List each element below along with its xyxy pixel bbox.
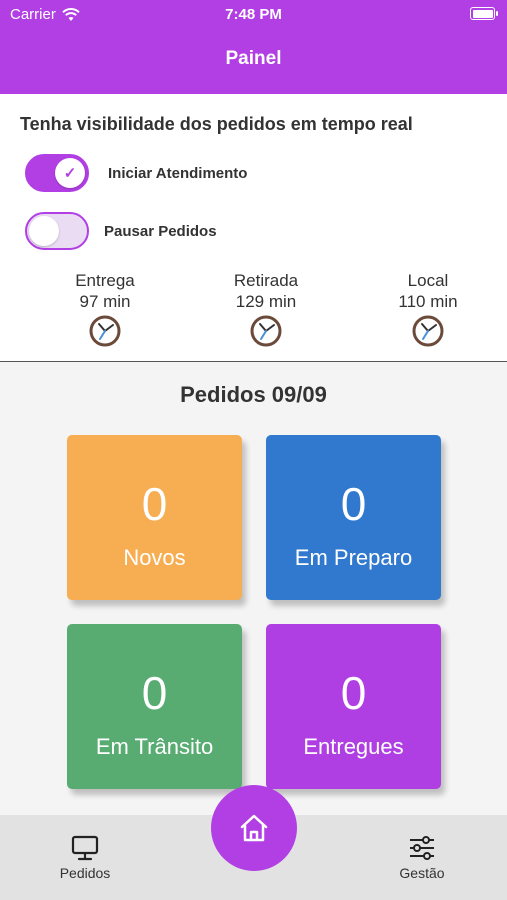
pause-orders-label: Pausar Pedidos: [104, 223, 217, 240]
card-label: Em Trânsito: [95, 734, 214, 759]
home-button[interactable]: [211, 785, 297, 871]
check-icon: ✓: [63, 165, 77, 182]
sliders-icon: [410, 836, 434, 860]
card-in-preparation[interactable]: 0 Em Preparo: [266, 435, 441, 600]
clock-icon: [412, 315, 444, 347]
pickup-time-value: 129 min: [235, 292, 297, 311]
status-bar: Carrier 7:48 PM: [0, 0, 507, 28]
toggle-knob: [29, 216, 59, 246]
status-time: 7:48 PM: [225, 6, 282, 23]
pickup-time: Retirada 129 min: [206, 270, 326, 348]
page-title: Painel: [225, 48, 282, 69]
nav-item-management[interactable]: Gestão: [382, 835, 462, 881]
card-count: 0: [340, 478, 367, 530]
delivery-time-label: Entrega: [75, 271, 135, 290]
card-delivered[interactable]: 0 Entregues: [266, 624, 441, 789]
service-panel: Tenha visibilidade dos pedidos em tempo …: [0, 94, 507, 362]
card-count: 0: [340, 667, 367, 719]
delivery-time-value: 97 min: [79, 292, 131, 311]
card-label: Novos: [123, 545, 186, 570]
home-icon: [240, 814, 268, 842]
pickup-time-label: Retirada: [233, 271, 299, 290]
nav-item-orders[interactable]: Pedidos: [45, 835, 125, 881]
clock-icon: [89, 315, 121, 347]
card-label: Entregues: [303, 734, 404, 759]
card-in-transit[interactable]: 0 Em Trânsito: [67, 624, 242, 789]
card-new-orders[interactable]: 0 Novos: [67, 435, 242, 600]
card-count: 0: [141, 478, 168, 530]
start-service-label: Iniciar Atendimento: [108, 165, 248, 182]
start-service-toggle[interactable]: ✓: [25, 154, 89, 192]
card-count: 0: [141, 667, 168, 719]
panel-subtitle: Tenha visibilidade dos pedidos em tempo …: [20, 114, 413, 134]
clock-icon: [250, 315, 282, 347]
orders-title: Pedidos 09/09: [180, 382, 327, 407]
card-label: Em Preparo: [294, 545, 413, 570]
toggle-knob: ✓: [55, 158, 85, 188]
delivery-time: Entrega 97 min: [45, 270, 165, 348]
local-time: Local 110 min: [368, 270, 488, 348]
nav-item-label: Pedidos: [59, 865, 111, 881]
local-time-value: 110 min: [398, 292, 458, 311]
pause-orders-toggle[interactable]: [25, 212, 89, 250]
battery-icon: [470, 7, 498, 20]
app-header: Carrier 7:48 PM Painel: [0, 0, 507, 94]
local-time-label: Local: [407, 271, 449, 290]
monitor-icon: [71, 835, 99, 861]
nav-item-label: Gestão: [399, 865, 445, 881]
